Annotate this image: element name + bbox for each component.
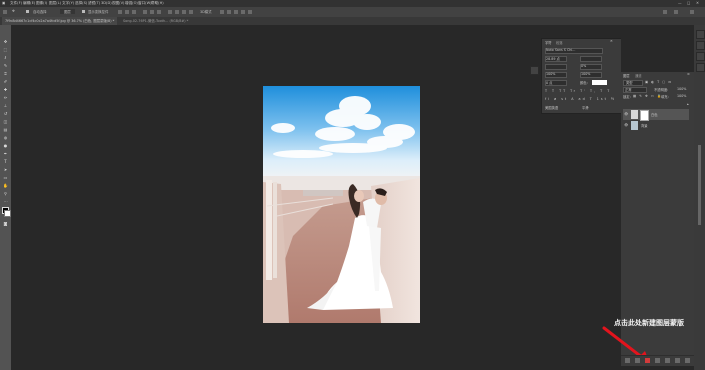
adjustment-layer-icon[interactable] [655, 358, 660, 363]
new-group-icon[interactable] [665, 358, 670, 363]
new-layer-icon[interactable] [675, 358, 680, 363]
layers-bottom-bar [621, 355, 694, 366]
layer-style-icon[interactable] [635, 358, 640, 363]
red-arrow-annotation [602, 326, 650, 364]
add-mask-icon[interactable] [645, 358, 650, 363]
link-layers-icon[interactable] [625, 358, 630, 363]
delete-layer-icon[interactable] [685, 358, 690, 363]
